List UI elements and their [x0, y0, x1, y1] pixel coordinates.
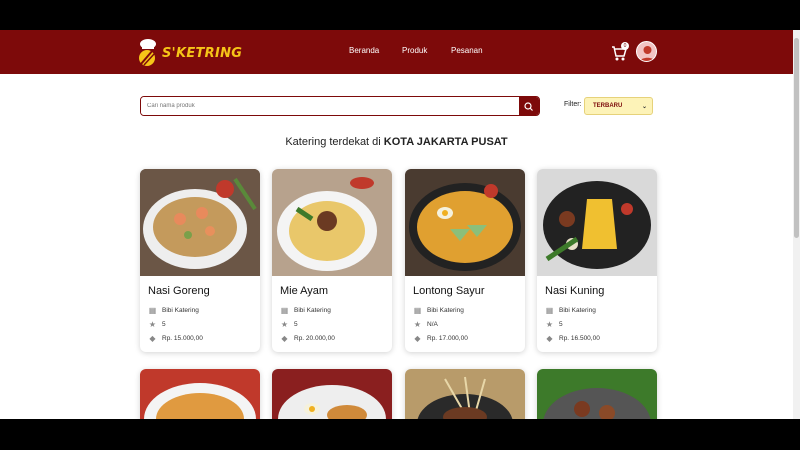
product-vendor: Bibi Katering — [559, 307, 596, 314]
search-button[interactable] — [519, 97, 539, 115]
product-rating: 5 — [162, 321, 166, 328]
product-card[interactable]: Nasi Goreng ▦ Bibi Katering ★ 5 ◆ Rp. 15.00… — [140, 169, 260, 352]
star-icon: ★ — [413, 320, 422, 329]
brand-name: S'KETRING — [162, 45, 243, 61]
top-letterbox — [0, 0, 800, 30]
product-name: Nasi Kuning — [545, 285, 605, 297]
product-price: Rp. 16.500,00 — [559, 335, 600, 342]
product-vendor: Bibi Katering — [294, 307, 331, 314]
star-icon: ★ — [280, 320, 289, 329]
navbar: S'KETRING Beranda Produk Pesanan 0 — [0, 30, 793, 74]
product-image — [140, 169, 260, 276]
search-input[interactable] — [141, 97, 519, 115]
product-image — [537, 369, 657, 419]
filter-select[interactable]: TERBARU ⌄ — [584, 97, 653, 115]
product-rating: N/A — [427, 321, 438, 328]
product-card[interactable]: Nasi Kuning ▦ Bibi Katering ★ 5 ◆ Rp. 16.50… — [537, 169, 657, 352]
page-scrollbar[interactable] — [793, 30, 800, 419]
product-card[interactable] — [272, 369, 392, 419]
star-icon: ★ — [148, 320, 157, 329]
product-image — [272, 369, 392, 419]
store-icon: ▦ — [545, 306, 554, 315]
cart-count-badge: 0 — [621, 42, 629, 50]
store-icon: ▦ — [413, 306, 422, 315]
filter-selected-value: TERBARU — [593, 103, 623, 109]
search-icon — [524, 102, 533, 111]
product-image — [405, 169, 525, 276]
scrollbar-thumb[interactable] — [794, 38, 799, 238]
page-heading: Katering terdekat di KOTA JAKARTA PUSAT — [0, 136, 793, 148]
chevron-down-icon: ⌄ — [641, 104, 647, 110]
store-icon: ▦ — [148, 306, 157, 315]
product-name: Lontong Sayur — [413, 285, 485, 297]
chef-hat-logo-icon — [137, 38, 159, 68]
filter-label: Filter: — [564, 101, 582, 108]
product-name: Nasi Goreng — [148, 285, 210, 297]
product-image — [140, 369, 260, 419]
product-rating: 5 — [294, 321, 298, 328]
brand-logo[interactable]: S'KETRING — [137, 37, 242, 69]
product-card[interactable]: Lontong Sayur ▦ Bibi Katering ★ N/A ◆ Rp. 1… — [405, 169, 525, 352]
product-price: Rp. 15.000,00 — [162, 335, 203, 342]
product-card[interactable] — [537, 369, 657, 419]
nav-pesanan[interactable]: Pesanan — [451, 46, 483, 55]
product-card[interactable] — [405, 369, 525, 419]
user-avatar[interactable] — [636, 41, 657, 62]
heading-prefix: Katering terdekat di — [285, 136, 381, 148]
star-icon: ★ — [545, 320, 554, 329]
product-image — [272, 169, 392, 276]
nav-produk[interactable]: Produk — [402, 46, 427, 55]
product-name: Mie Ayam — [280, 285, 329, 297]
search-bar — [140, 96, 540, 116]
product-price: Rp. 20.000,00 — [294, 335, 335, 342]
product-card[interactable] — [140, 369, 260, 419]
product-vendor: Bibi Katering — [427, 307, 464, 314]
nav-beranda[interactable]: Beranda — [349, 46, 379, 55]
tag-icon: ◆ — [149, 334, 156, 343]
browser-viewport: S'KETRING Beranda Produk Pesanan 0 Cari … — [0, 30, 800, 419]
cart-button[interactable]: 0 — [611, 42, 629, 62]
product-vendor: Bibi Katering — [162, 307, 199, 314]
heading-city: KOTA JAKARTA PUSAT — [383, 136, 508, 148]
tag-icon: ◆ — [546, 334, 553, 343]
product-image — [537, 169, 657, 276]
product-card[interactable]: Mie Ayam ▦ Bibi Katering ★ 5 ◆ Rp. 20.000,0… — [272, 169, 392, 352]
store-icon: ▦ — [280, 306, 289, 315]
tag-icon: ◆ — [281, 334, 288, 343]
tag-icon: ◆ — [414, 334, 421, 343]
product-rating: 5 — [559, 321, 563, 328]
bottom-letterbox — [0, 419, 800, 450]
product-image — [405, 369, 525, 419]
product-price: Rp. 17.000,00 — [427, 335, 468, 342]
